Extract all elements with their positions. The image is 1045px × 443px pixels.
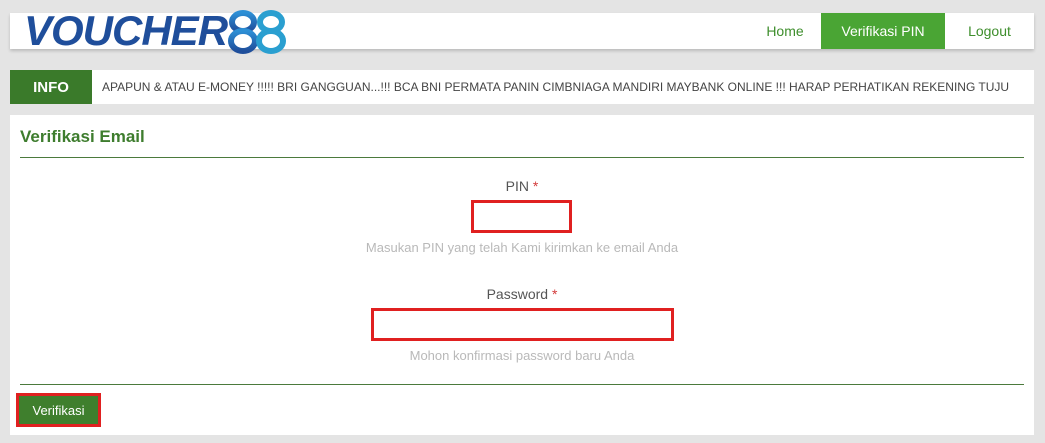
pin-input[interactable] xyxy=(471,200,572,233)
title-divider xyxy=(20,157,1024,158)
nav-verifikasi-pin-link[interactable]: Verifikasi PIN xyxy=(821,13,945,49)
info-ticker-text: APAPUN & ATAU E-MONEY !!!!! BRI GANGGUAN… xyxy=(102,80,1010,94)
password-input[interactable] xyxy=(371,308,674,341)
verifikasi-submit-button[interactable]: Verifikasi xyxy=(16,393,101,427)
brand-logo[interactable]: VOUCHER xyxy=(24,7,291,54)
info-ticker-bar: INFO APAPUN & ATAU E-MONEY !!!!! BRI GAN… xyxy=(10,70,1034,104)
pin-help-text: Masukan PIN yang telah Kami kirimkan ke … xyxy=(365,240,679,255)
panel-title: Verifikasi Email xyxy=(20,127,145,146)
top-header: VOUCHER Home Verifikasi PIN Logout xyxy=(10,7,1034,54)
pin-label-row: PIN * xyxy=(10,178,1034,194)
footer-divider xyxy=(20,384,1024,385)
password-label: Password xyxy=(486,286,549,302)
password-label-row: Password * xyxy=(10,286,1034,302)
verification-panel: Verifikasi Email PIN * Masukan PIN yang … xyxy=(10,115,1034,435)
nav-logout-link[interactable]: Logout xyxy=(945,13,1034,49)
nav-home-link[interactable]: Home xyxy=(749,13,821,49)
pin-label: PIN xyxy=(505,178,529,194)
logo-88-mark xyxy=(228,10,287,54)
info-label: INFO xyxy=(10,70,92,104)
pin-required-marker: * xyxy=(532,178,539,194)
main-nav: Home Verifikasi PIN Logout xyxy=(749,13,1034,49)
password-help-text: Mohon konfirmasi password baru Anda xyxy=(409,348,635,363)
password-required-marker: * xyxy=(551,286,558,302)
logo-wordmark: VOUCHER xyxy=(24,7,228,54)
